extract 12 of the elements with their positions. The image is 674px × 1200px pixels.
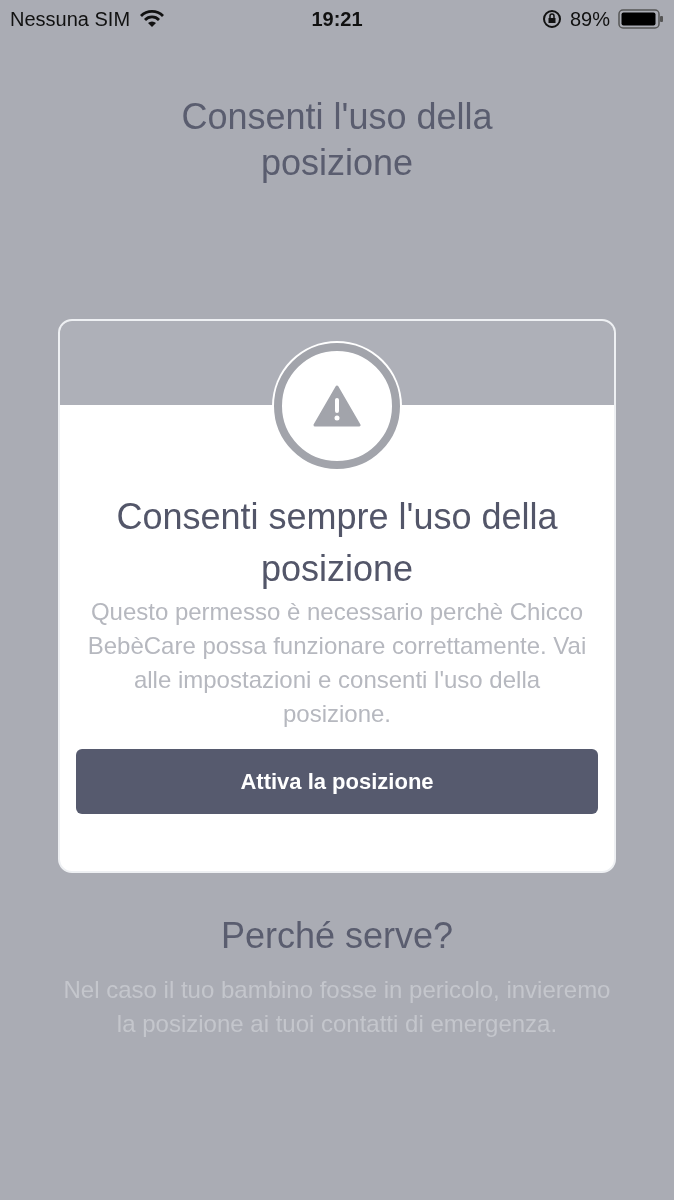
rotation-lock-icon xyxy=(541,9,562,29)
enable-location-button[interactable]: Attiva la posizione xyxy=(76,749,598,814)
warning-icon xyxy=(313,385,361,427)
battery-percentage: 89% xyxy=(569,7,610,31)
clock-time: 19:21 xyxy=(311,7,363,31)
battery-icon xyxy=(618,9,664,29)
dialog-title: Consenti sempre l'uso della posizione xyxy=(115,495,559,591)
wifi-icon xyxy=(140,10,165,28)
info-heading: Perché serve? xyxy=(220,915,454,957)
carrier-name: Nessuna SIM xyxy=(10,7,131,31)
dialog-message: Questo permesso è necessario perchè Chicco BebèCare possa funzionare correttamente. Vai alle impostazioni e consenti l'uso della posizione. xyxy=(86,597,588,729)
page-title: Consenti l'uso della posizione xyxy=(180,95,494,185)
